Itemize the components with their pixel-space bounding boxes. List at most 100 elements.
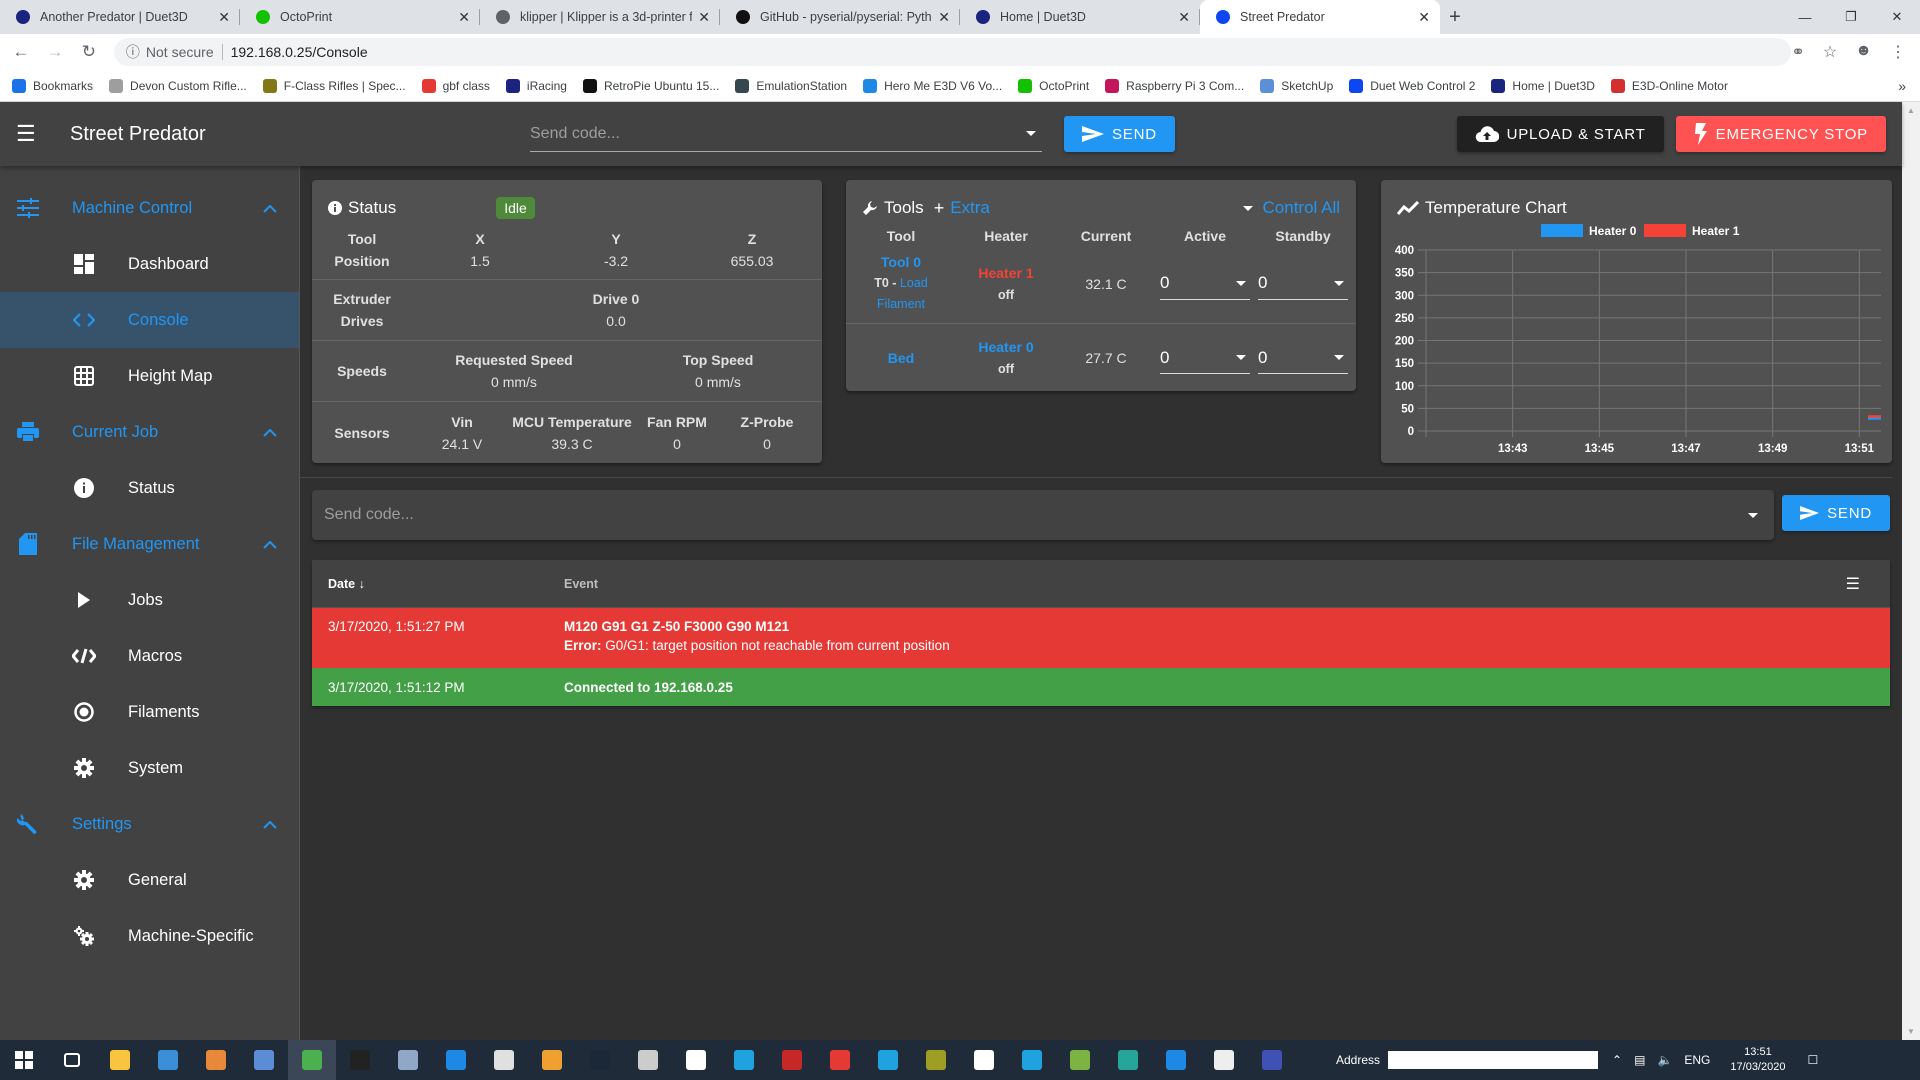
back-button[interactable]: ← xyxy=(8,42,34,62)
extra-link[interactable]: Extra xyxy=(950,198,990,218)
language-indicator[interactable]: ENG xyxy=(1684,1053,1710,1067)
tool-0-link[interactable]: Tool 0 xyxy=(846,252,956,273)
sidebar-item-jobs[interactable]: Jobs xyxy=(0,572,299,628)
sidebar-item-general[interactable]: General xyxy=(0,852,299,908)
tray-overflow-icon[interactable]: ⌃ xyxy=(1612,1053,1622,1067)
taskbar-app-app-20[interactable] xyxy=(1008,1040,1056,1080)
close-tab-icon[interactable]: ✕ xyxy=(1418,9,1430,26)
taskbar-app-app-13[interactable] xyxy=(672,1040,720,1080)
bed-active-select[interactable]: 0 xyxy=(1160,342,1250,374)
browser-tab[interactable]: Home | Duet3D ✕ xyxy=(960,0,1200,34)
sidebar-item-macros[interactable]: Macros xyxy=(0,628,299,684)
date-column-header[interactable]: Date ↓ xyxy=(312,577,564,591)
taskbar-app-app-21[interactable] xyxy=(1056,1040,1104,1080)
info-icon[interactable]: ⓘ xyxy=(126,42,140,62)
minimize-button[interactable]: — xyxy=(1782,0,1828,34)
control-all-button[interactable]: Control All xyxy=(1242,198,1340,218)
bookmark-item[interactable]: Bookmarks xyxy=(12,78,93,93)
bookmark-item[interactable]: EmulationStation xyxy=(735,78,847,93)
bookmark-item[interactable]: Devon Custom Rifle... xyxy=(109,78,247,93)
load-filament-link-2[interactable]: Filament xyxy=(846,294,956,315)
bookmark-item[interactable]: Raspberry Pi 3 Com... xyxy=(1105,78,1244,93)
sidebar-item-height-map[interactable]: Height Map xyxy=(0,348,299,404)
heater-1-link[interactable]: Heater 1 xyxy=(956,262,1056,284)
log-menu-icon[interactable]: ☰ xyxy=(1846,574,1860,594)
more-bookmarks-button[interactable]: » xyxy=(1898,78,1906,94)
upload-and-start-button[interactable]: Upload & Start xyxy=(1456,116,1664,152)
bookmark-item[interactable]: Hero Me E3D V6 Vo... xyxy=(863,78,1002,93)
bookmark-item[interactable]: gbf class xyxy=(421,78,490,93)
close-window-button[interactable]: ✕ xyxy=(1874,0,1920,34)
top-code-input[interactable] xyxy=(530,124,1026,143)
browser-tab[interactable]: klipper | Klipper is a 3d-printer fir ✕ xyxy=(480,0,720,34)
taskbar-app-file-explorer[interactable] xyxy=(96,1040,144,1080)
notifications-icon[interactable]: ☐ xyxy=(1807,1053,1818,1067)
chevron-up-icon[interactable] xyxy=(263,535,277,554)
taskbar-app-steam[interactable] xyxy=(576,1040,624,1080)
browser-menu-icon[interactable]: ⋮ xyxy=(1890,42,1906,62)
taskbar-app-app-19[interactable] xyxy=(960,1040,1008,1080)
taskbar-app-app-17[interactable] xyxy=(864,1040,912,1080)
sidebar-item-dashboard[interactable]: Dashboard xyxy=(0,236,299,292)
taskbar-app-app-7[interactable] xyxy=(384,1040,432,1080)
profile-icon[interactable]: ☻ xyxy=(1855,42,1872,62)
start-button[interactable] xyxy=(0,1040,48,1080)
sidebar-group-settings[interactable]: Settings xyxy=(0,796,299,852)
top-send-code-field[interactable] xyxy=(530,116,1042,152)
sidebar-item-machine-specific[interactable]: Machine-Specific xyxy=(0,908,299,964)
taskbar-app-app-10[interactable] xyxy=(528,1040,576,1080)
taskbar-app-app-25[interactable] xyxy=(1248,1040,1296,1080)
code-history-dropdown-icon[interactable] xyxy=(1026,131,1036,136)
taskbar-app-app-9[interactable] xyxy=(480,1040,528,1080)
sidebar-item-console[interactable]: Console xyxy=(0,292,299,348)
restore-button[interactable]: ❐ xyxy=(1828,0,1874,34)
close-tab-icon[interactable]: ✕ xyxy=(458,9,470,26)
key-icon[interactable]: ⚭ xyxy=(1791,42,1804,62)
volume-icon[interactable]: 🔈 xyxy=(1657,1053,1672,1067)
load-filament-link[interactable]: Load xyxy=(900,276,928,290)
taskbar-app-app-4[interactable] xyxy=(240,1040,288,1080)
browser-tab[interactable]: OctoPrint ✕ xyxy=(240,0,480,34)
bed-standby-select[interactable]: 0 xyxy=(1258,342,1348,374)
sidebar-item-status[interactable]: Status xyxy=(0,460,299,516)
taskbar-app-app-2[interactable] xyxy=(144,1040,192,1080)
close-tab-icon[interactable]: ✕ xyxy=(698,9,710,26)
sidebar-group-current-job[interactable]: Current Job xyxy=(0,404,299,460)
bed-link[interactable]: Bed xyxy=(846,350,956,366)
heater-0-link[interactable]: Heater 0 xyxy=(956,336,1056,358)
scroll-up-arrow-icon[interactable]: ▲ xyxy=(1907,106,1915,115)
code-history-dropdown-icon[interactable] xyxy=(1748,512,1758,518)
hamburger-menu-icon[interactable]: ☰ xyxy=(16,121,40,147)
taskbar-app-app-15[interactable] xyxy=(768,1040,816,1080)
taskbar-app-app-16[interactable] xyxy=(816,1040,864,1080)
close-tab-icon[interactable]: ✕ xyxy=(1178,9,1190,26)
bookmark-item[interactable]: OctoPrint xyxy=(1018,78,1089,93)
heater-1-active-select[interactable]: 0 xyxy=(1160,268,1250,300)
browser-tab[interactable]: GitHub - pyserial/pyserial: Python ✕ xyxy=(720,0,960,34)
taskbar-app-app-18[interactable] xyxy=(912,1040,960,1080)
page-scrollbar[interactable]: ▲ ▼ xyxy=(1902,102,1920,1040)
chevron-up-icon[interactable] xyxy=(263,815,277,834)
top-send-button[interactable]: Send xyxy=(1064,116,1175,152)
close-tab-icon[interactable]: ✕ xyxy=(938,9,950,26)
browser-tab[interactable]: Another Predator | Duet3D ✕ xyxy=(0,0,240,34)
console-code-field[interactable] xyxy=(312,490,1774,540)
sidebar-item-filaments[interactable]: Filaments xyxy=(0,684,299,740)
taskbar-app-edge[interactable] xyxy=(432,1040,480,1080)
emergency-stop-button[interactable]: Emergency Stop xyxy=(1675,116,1886,152)
console-code-input[interactable] xyxy=(324,506,1748,524)
network-icon[interactable]: ▤ xyxy=(1634,1053,1645,1067)
taskbar-app-app-12[interactable] xyxy=(624,1040,672,1080)
bookmark-item[interactable]: SketchUp xyxy=(1260,78,1333,93)
sidebar-item-system[interactable]: System xyxy=(0,740,299,796)
taskbar-address-input[interactable] xyxy=(1388,1051,1599,1069)
bookmark-item[interactable]: iRacing xyxy=(505,78,567,93)
taskbar-app-calculator[interactable] xyxy=(1200,1040,1248,1080)
taskbar-app-chrome[interactable] xyxy=(288,1040,336,1080)
browser-tab[interactable]: Street Predator ✕ xyxy=(1200,0,1440,34)
reload-button[interactable]: ↻ xyxy=(76,42,102,62)
bookmark-item[interactable]: F-Class Rifles | Spec... xyxy=(262,78,406,93)
clock[interactable]: 13:51 17/03/2020 xyxy=(1730,1045,1785,1075)
forward-button[interactable]: → xyxy=(42,42,68,62)
taskbar-app-app-14[interactable] xyxy=(720,1040,768,1080)
